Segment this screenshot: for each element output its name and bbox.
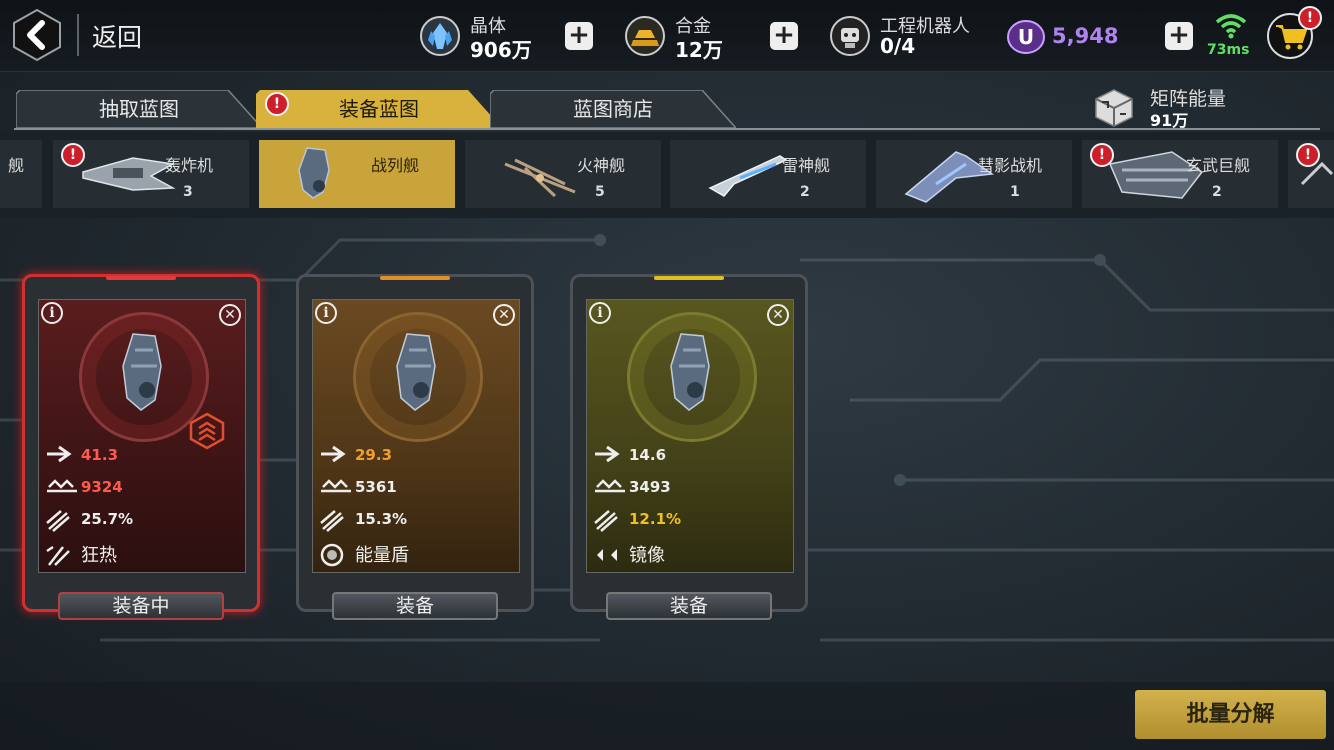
blueprint-card-3[interactable]: i ✕ 14.6 3493 12.1% 镜像 装备 — [570, 274, 808, 620]
tab-label: 蓝图商店 — [573, 97, 653, 121]
info-icon[interactable]: i — [315, 302, 337, 324]
tab-blueprint-shop[interactable]: 蓝图商店 — [490, 90, 736, 128]
ship-name: 雷神舰 — [782, 156, 831, 175]
bottom-band — [0, 682, 1334, 750]
robot-resource: 工程机器人 0/4 — [830, 10, 990, 62]
add-currency-button[interactable]: + — [1165, 22, 1193, 50]
matrix-energy-icon — [1095, 89, 1133, 127]
rank-chevron-icon — [189, 412, 225, 450]
robot-value: 0/4 — [880, 34, 916, 58]
header-divider — [77, 14, 79, 56]
ship-count: 5 — [595, 184, 605, 200]
crystal-value: 906万 — [470, 38, 532, 62]
alloy-icon — [625, 16, 665, 56]
blueprint-card-2[interactable]: i ✕ 29.3 5361 15.3% 能量盾 装备 — [296, 274, 534, 620]
tab-draw-blueprint[interactable]: 抽取蓝图 — [16, 90, 262, 128]
u-currency-icon: U — [1007, 20, 1045, 54]
mirror-icon — [597, 547, 617, 563]
tab-alert-badge: ! — [265, 92, 289, 116]
battleship-icon — [298, 147, 330, 199]
ship-count: 3 — [183, 184, 193, 200]
tabs-underline — [14, 128, 1320, 130]
close-icon[interactable]: ✕ — [219, 304, 241, 326]
speed-arrow-icon — [47, 445, 72, 463]
close-icon[interactable]: ✕ — [767, 304, 789, 326]
currency-value: 5,948 — [1052, 24, 1119, 48]
close-icon[interactable]: ✕ — [493, 304, 515, 326]
cart-alert-badge: ! — [1298, 6, 1322, 30]
missile-icon — [594, 510, 618, 532]
xuanwu-alert-badge: ! — [1090, 143, 1114, 167]
batch-decompose-button[interactable]: 批量分解 — [1135, 690, 1326, 739]
hull-icon — [47, 479, 77, 493]
speed-arrow-icon — [595, 445, 620, 463]
ship-type-comet-fighter[interactable]: 彗影战机 1 — [876, 140, 1072, 208]
hull-icon — [321, 479, 351, 493]
bomber-alert-badge: ! — [61, 143, 85, 167]
speed-arrow-icon — [321, 445, 346, 463]
battleship-icon — [396, 333, 436, 411]
battleship-icon — [122, 333, 162, 411]
ship-count: 2 — [800, 184, 810, 200]
ship-type-vulcan[interactable]: 火神舰 5 — [465, 140, 661, 208]
ship-name: 彗影战机 — [978, 156, 1043, 175]
svg-text:U: U — [1018, 25, 1034, 49]
hull-icon — [595, 479, 625, 493]
missile-icon — [320, 510, 344, 532]
tab-label: 抽取蓝图 — [99, 97, 179, 121]
wifi-icon — [1215, 14, 1247, 39]
robot-icon — [830, 16, 870, 56]
ship-name: 火神舰 — [577, 156, 626, 175]
ship-count: 1 — [1010, 184, 1020, 200]
equip-button[interactable]: 装备 — [332, 592, 498, 620]
ping-value: 73ms — [1207, 42, 1250, 58]
ship-name: 轰炸机 — [165, 156, 214, 175]
ship-type-thor[interactable]: 雷神舰 2 — [670, 140, 866, 208]
alloy-resource: 合金 12万 — [625, 10, 745, 62]
add-crystal-button[interactable]: + — [565, 22, 593, 50]
equip-button[interactable]: 装备中 — [58, 592, 224, 620]
back-button[interactable] — [10, 8, 64, 62]
crystal-resource: 晶体 906万 — [420, 10, 540, 62]
ship-count: 2 — [1212, 184, 1222, 200]
crystal-icon — [420, 16, 460, 56]
tab-label: 装备蓝图 — [339, 97, 419, 121]
frenzy-icon — [46, 545, 70, 566]
info-icon[interactable]: i — [41, 302, 63, 324]
missile-icon — [46, 510, 70, 532]
ship-type-battleship[interactable]: 战列舰 — [259, 140, 455, 208]
add-alloy-button[interactable]: + — [770, 22, 798, 50]
ship-type-partial-left[interactable]: 舰 — [0, 140, 42, 208]
equip-button[interactable]: 装备 — [606, 592, 772, 620]
info-icon[interactable]: i — [589, 302, 611, 324]
ship-name: 战列舰 — [371, 156, 420, 175]
matrix-energy-value: 91万 — [1150, 111, 1189, 130]
blueprint-card-1[interactable]: i ✕ 41.3 9324 25.7% 狂热 装备中 — [22, 274, 260, 620]
battleship-icon — [670, 333, 710, 411]
partial-ship-alert-badge: ! — [1296, 143, 1320, 167]
ship-name: 玄武巨舰 — [1186, 156, 1251, 175]
tab-equip-blueprint[interactable]: 装备蓝图 — [256, 90, 502, 128]
back-label[interactable]: 返回 — [92, 18, 142, 54]
energy-shield-icon — [320, 543, 344, 567]
alloy-value: 12万 — [675, 38, 723, 62]
